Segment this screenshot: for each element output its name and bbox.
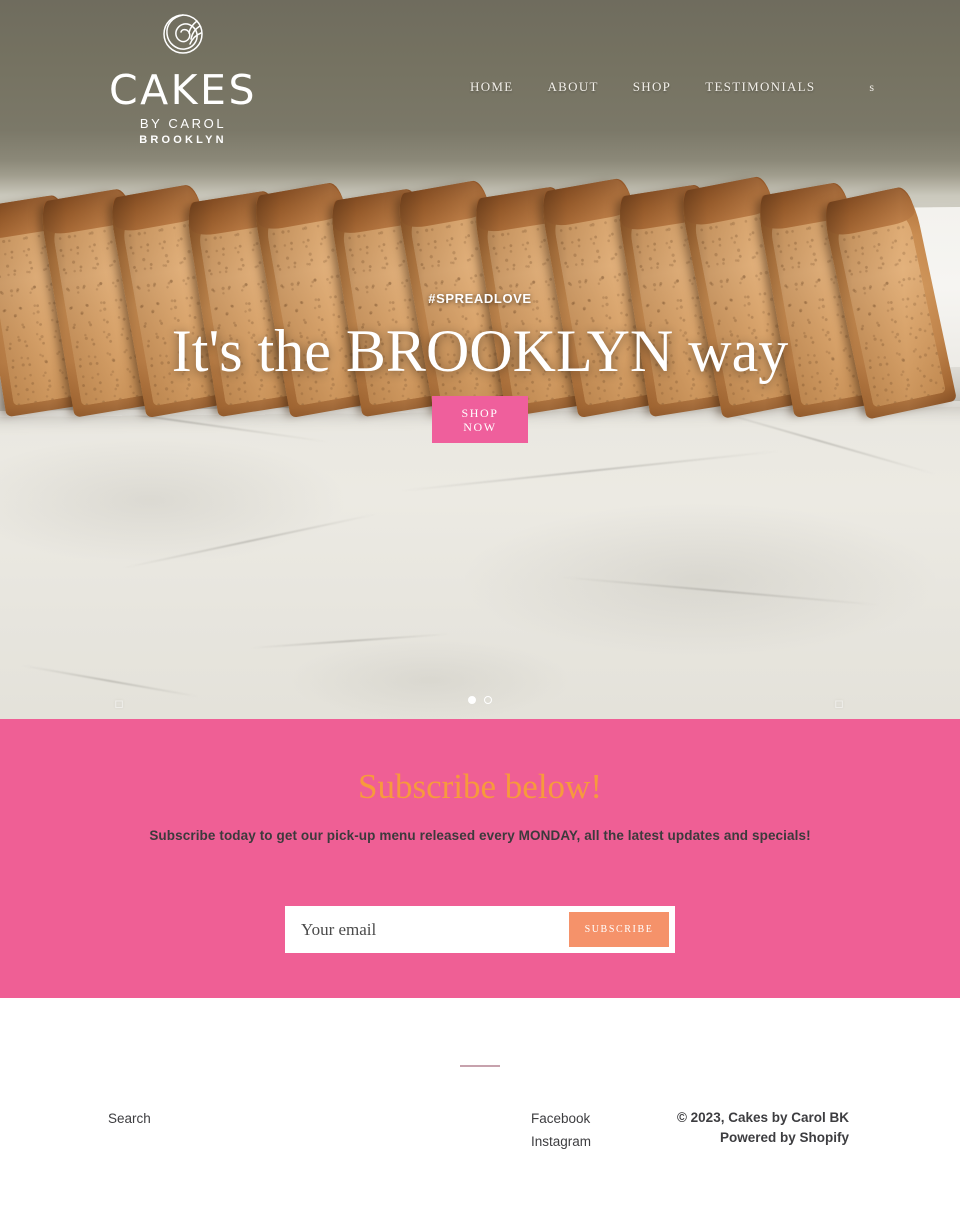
nav-item-testimonials[interactable]: TESTIMONIALS	[705, 79, 815, 95]
shop-now-label-line2: NOW	[463, 419, 497, 434]
footer-column-legal: © 2023, Cakes by Carol BK Powered by Sho…	[575, 1108, 960, 1153]
footer-link-facebook[interactable]: Facebook	[531, 1108, 590, 1131]
logo-byline: BY CAROL	[139, 116, 227, 131]
carousel-dot-2[interactable]	[484, 696, 492, 704]
subscribe-button[interactable]: SUBSCRIBE	[569, 912, 669, 947]
subscribe-description: Subscribe today to get our pick-up menu …	[149, 828, 811, 843]
carousel-dots	[0, 696, 960, 704]
site-logo[interactable]: CAKES BY CAROL BROOKLYN	[109, 8, 255, 146]
hero-banana-bread-slices	[0, 150, 960, 420]
nav-item-shop[interactable]: SHOP	[633, 79, 671, 95]
shop-now-label-line1: SHOP	[461, 405, 499, 420]
carousel-dot-1[interactable]	[468, 696, 476, 704]
footer-powered-by: Powered by Shopify	[719, 1129, 849, 1145]
footer-column-social: Facebook Instagram	[265, 1108, 591, 1154]
footer-divider	[460, 1065, 500, 1067]
shop-now-button[interactable]: SHOP NOW	[432, 396, 528, 443]
footer-link-instagram[interactable]: Instagram	[531, 1131, 591, 1154]
rose-swirl-logo-icon	[163, 14, 203, 54]
footer-columns: Search Facebook Instagram © 2023, Cakes …	[0, 1108, 960, 1153]
logo-location: BROOKLYN	[139, 134, 227, 146]
nav-item-about[interactable]: ABOUT	[547, 79, 598, 95]
email-input[interactable]	[285, 919, 569, 940]
site-footer: Search Facebook Instagram © 2023, Cakes …	[0, 998, 960, 1214]
subscribe-section: Subscribe below! Subscribe today to get …	[0, 719, 960, 998]
logo-brand-name: CAKES	[109, 66, 257, 114]
page-root: #SPREADLOVE It's the BROOKLYN way SHOP N…	[0, 0, 960, 1214]
footer-copyright: © 2023, Cakes by Carol BK	[676, 1110, 849, 1125]
footer-column-links: Search	[0, 1108, 265, 1153]
main-navigation: HOME ABOUT SHOP TESTIMONIALS s	[470, 79, 874, 95]
site-header: CAKES BY CAROL BROOKLYN HOME ABOUT SHOP …	[0, 0, 960, 175]
subscribe-form: SUBSCRIBE	[285, 906, 675, 953]
footer-link-search[interactable]: Search	[108, 1108, 265, 1131]
search-icon[interactable]: s	[869, 80, 874, 95]
subscribe-title: Subscribe below!	[358, 767, 602, 806]
nav-item-home[interactable]: HOME	[470, 79, 513, 95]
